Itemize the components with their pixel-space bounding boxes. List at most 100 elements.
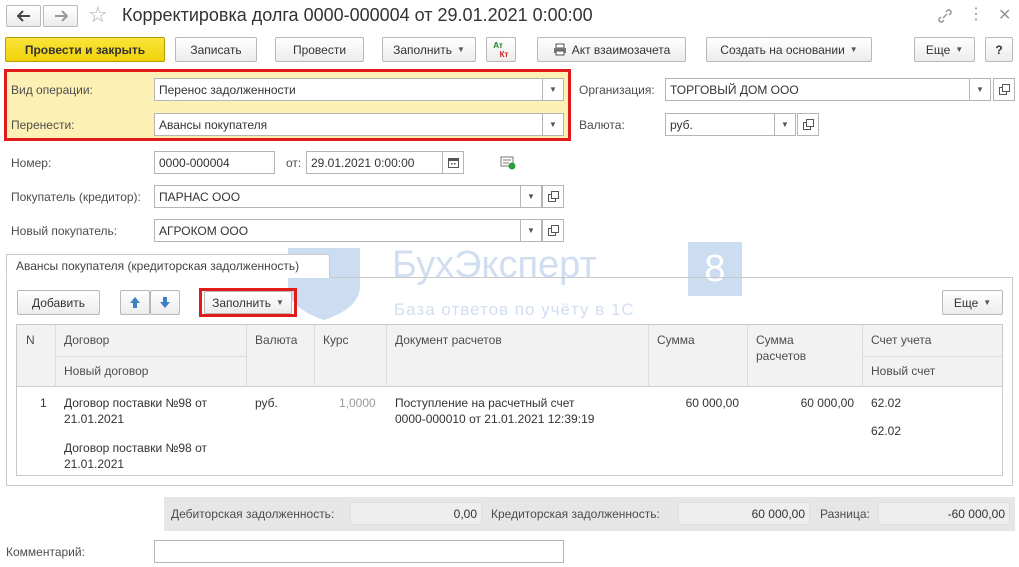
- chevron-down-icon: ▼: [983, 298, 992, 307]
- tab-advances-label: Авансы покупателя (кредиторская задолжен…: [16, 259, 300, 273]
- col-header-sum[interactable]: Сумма: [657, 333, 695, 347]
- offset-act-label: Акт взаимозачета: [571, 42, 671, 57]
- currency-dropdown-button[interactable]: ▼: [774, 114, 795, 135]
- post-button[interactable]: Провести: [275, 37, 364, 62]
- number-value: 0000-000004: [159, 155, 230, 170]
- open-link-icon: [547, 191, 559, 202]
- close-icon[interactable]: ✕: [998, 5, 1011, 25]
- col-header-contract[interactable]: Договор: [64, 333, 109, 347]
- create-based-on-button[interactable]: Создать на основании ▼: [706, 37, 872, 62]
- org-open-button[interactable]: [993, 78, 1015, 101]
- title-bar: ☆ Корректировка долга 0000-000004 от 29.…: [0, 0, 1019, 32]
- create-based-on-label: Создать на основании: [720, 42, 845, 57]
- back-button[interactable]: [6, 5, 41, 27]
- fill-dropdown-button[interactable]: Заполнить ▼: [382, 37, 476, 62]
- currency-open-button[interactable]: [797, 113, 819, 136]
- operation-select[interactable]: Перенос задолженности ▼: [154, 78, 564, 101]
- comment-input[interactable]: [154, 540, 564, 563]
- header-subrow-divider: [56, 356, 246, 357]
- help-label: ?: [995, 42, 1003, 57]
- help-button[interactable]: ?: [985, 37, 1013, 62]
- data-table: N Договор Новый договор Валюта Курс Доку…: [16, 324, 1003, 476]
- org-label: Организация:: [579, 83, 655, 97]
- move-up-button[interactable]: [120, 290, 150, 315]
- comment-note-icon[interactable]: [500, 156, 516, 170]
- buyer-open-button[interactable]: [542, 185, 564, 208]
- currency-select[interactable]: руб. ▼: [665, 113, 796, 136]
- printer-icon: [553, 43, 566, 56]
- more-button[interactable]: Еще ▼: [914, 37, 975, 62]
- move-down-button[interactable]: [150, 290, 180, 315]
- buyer-dropdown-button[interactable]: ▼: [520, 186, 541, 207]
- forward-button[interactable]: [43, 5, 78, 27]
- new-buyer-open-button[interactable]: [542, 219, 564, 242]
- col-header-account[interactable]: Счет учета: [871, 333, 931, 347]
- col-divider: [747, 325, 748, 387]
- table-more-button[interactable]: Еще ▼: [942, 290, 1003, 315]
- post-and-close-button[interactable]: Провести и закрыть: [5, 37, 165, 62]
- fill-label: Заполнить: [393, 42, 452, 57]
- table-row[interactable]: 1 Договор поставки №98 от 21.01.2021 Дог…: [17, 388, 1002, 476]
- col-header-rate[interactable]: Курс: [323, 333, 349, 347]
- transfer-select[interactable]: Авансы покупателя ▼: [154, 113, 564, 136]
- menu-dots-icon[interactable]: ⋮: [968, 4, 984, 24]
- operation-dropdown-button[interactable]: ▼: [542, 79, 563, 100]
- save-button[interactable]: Записать: [175, 37, 257, 62]
- col-header-sum-calc-line1[interactable]: Сумма: [756, 333, 794, 347]
- debit-value: 0,00: [453, 506, 477, 521]
- chevron-down-icon: ▼: [849, 45, 858, 54]
- post-and-close-label: Провести и закрыть: [24, 42, 146, 57]
- header-subrow-divider: [863, 356, 1002, 357]
- org-value: ТОРГОВЫЙ ДОМ ООО: [670, 82, 799, 97]
- cell-n: 1: [40, 396, 47, 410]
- favorite-star-icon[interactable]: ☆: [88, 2, 108, 28]
- cell-contract-line1: Договор поставки №98 от: [64, 396, 207, 410]
- link-icon[interactable]: [937, 8, 953, 24]
- number-label: Номер:: [11, 156, 52, 170]
- col-divider: [648, 325, 649, 387]
- dt-kt-button[interactable]: Ат Кт: [486, 37, 516, 62]
- credit-label: Кредиторская задолженность:: [491, 507, 660, 521]
- cell-sum: 60 000,00: [685, 396, 739, 410]
- buyer-select[interactable]: ПАРНАС ООО ▼: [154, 185, 542, 208]
- calendar-icon: [447, 158, 459, 168]
- calendar-button[interactable]: [442, 152, 463, 173]
- tab-advances[interactable]: Авансы покупателя (кредиторская задолжен…: [6, 254, 330, 278]
- col-header-new-account[interactable]: Новый счет: [871, 364, 935, 378]
- cell-account: 62.02: [871, 396, 902, 410]
- add-row-button[interactable]: Добавить: [17, 290, 100, 315]
- cell-new-contract-line1: Договор поставки №98 от: [64, 441, 207, 455]
- date-value: 29.01.2021 0:00:00: [311, 155, 415, 170]
- new-buyer-dropdown-button[interactable]: ▼: [520, 220, 541, 241]
- post-label: Провести: [292, 42, 347, 57]
- cell-doc-line2: 0000-000010 от 21.01.2021 12:39:19: [395, 412, 595, 426]
- window-title: Корректировка долга 0000-000004 от 29.01…: [122, 5, 593, 25]
- arrow-left-icon: [16, 10, 30, 22]
- credit-value: 60 000,00: [751, 506, 805, 521]
- table-more-label: Еще: [953, 295, 979, 310]
- col-header-n[interactable]: N: [26, 333, 35, 347]
- col-header-currency[interactable]: Валюта: [255, 333, 297, 347]
- transfer-dropdown-button[interactable]: ▼: [542, 114, 563, 135]
- offset-act-button[interactable]: Акт взаимозачета: [537, 37, 686, 62]
- chevron-down-icon: ▼: [781, 120, 789, 129]
- col-header-new-contract[interactable]: Новый договор: [64, 364, 148, 378]
- col-header-sum-calc-line2[interactable]: расчетов: [756, 349, 806, 363]
- chevron-down-icon: ▼: [527, 192, 535, 201]
- new-buyer-select[interactable]: АГРОКОМ ООО ▼: [154, 219, 542, 242]
- operation-value: Перенос задолженности: [159, 82, 296, 97]
- debit-label: Дебиторская задолженность:: [171, 507, 335, 521]
- number-input[interactable]: 0000-000004: [154, 151, 275, 174]
- org-dropdown-button[interactable]: ▼: [969, 79, 990, 100]
- save-label: Записать: [190, 42, 242, 57]
- date-input[interactable]: 29.01.2021 0:00:00: [306, 151, 464, 174]
- col-header-doc[interactable]: Документ расчетов: [395, 333, 502, 347]
- chevron-down-icon: ▼: [955, 45, 964, 54]
- arrow-down-icon: [160, 297, 170, 308]
- transfer-label: Перенести:: [11, 118, 75, 132]
- debit-value-field: 0,00: [350, 502, 482, 525]
- table-fill-button[interactable]: Заполнить ▼: [204, 291, 292, 314]
- cell-doc-line1: Поступление на расчетный счет: [395, 396, 575, 410]
- org-select[interactable]: ТОРГОВЫЙ ДОМ ООО ▼: [665, 78, 991, 101]
- credit-value-field: 60 000,00: [678, 502, 810, 525]
